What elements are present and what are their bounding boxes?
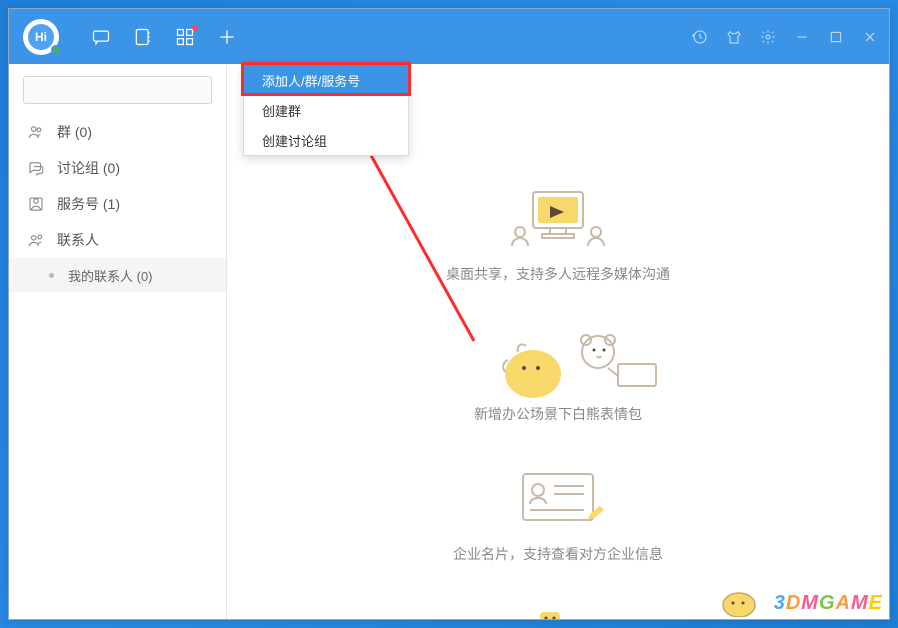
feature-illustration	[498, 604, 618, 619]
nav-list: 群 (0) 讨论组 (0) 服务号 (1) 联系人	[9, 114, 226, 258]
settings-icon[interactable]	[759, 28, 777, 46]
nav-contacts[interactable]: 联系人	[9, 222, 226, 258]
contacts-icon[interactable]	[133, 27, 153, 47]
contacts-nav-icon	[27, 231, 45, 249]
dd-create-group[interactable]: 创建群	[244, 95, 408, 125]
search-container	[9, 64, 226, 114]
dd-label: 添加人/群/服务号	[262, 71, 360, 90]
skin-icon[interactable]	[725, 28, 743, 46]
minimize-icon[interactable]	[793, 28, 811, 46]
nav-discussion[interactable]: 讨论组 (0)	[9, 150, 226, 186]
maximize-icon[interactable]	[827, 28, 845, 46]
nav-label: 联系人	[57, 230, 99, 250]
chat-icon[interactable]	[91, 27, 111, 47]
discussion-icon	[27, 159, 45, 177]
nav-service[interactable]: 服务号 (1)	[9, 186, 226, 222]
nav-label: 群 (0)	[57, 122, 92, 142]
group-icon	[27, 123, 45, 141]
feature-list: 桌面共享，支持多人远程多媒体沟通 新增办公场景下白熊表情包 企业名片，支持查看对…	[227, 184, 889, 619]
feature-illustration	[498, 464, 618, 534]
feature-bean-sticker: 黄豆表情部分优化调整	[488, 604, 628, 619]
plus-dropdown: 添加人/群/服务号 创建群 创建讨论组	[243, 64, 409, 156]
dd-add-contact[interactable]: 添加人/群/服务号	[244, 65, 408, 95]
titlebar: Hi	[9, 9, 889, 64]
dd-label: 创建讨论组	[262, 131, 327, 150]
toolbar-icons	[91, 27, 237, 47]
feature-illustration	[498, 184, 618, 254]
feature-screen-share: 桌面共享，支持多人远程多媒体沟通	[446, 184, 670, 284]
dd-label: 创建群	[262, 101, 301, 120]
feature-bear-sticker: 新增办公场景下白熊表情包	[474, 324, 642, 424]
service-icon	[27, 195, 45, 213]
plus-icon[interactable]	[217, 27, 237, 47]
contacts-sublist: 我的联系人 (0)	[9, 258, 226, 292]
watermark: 3DMGAME	[774, 592, 883, 615]
close-icon[interactable]	[861, 28, 879, 46]
app-window: Hi	[8, 8, 890, 620]
feature-text: 企业名片，支持查看对方企业信息	[453, 544, 663, 564]
corner-mascot	[719, 587, 759, 617]
sidebar: 群 (0) 讨论组 (0) 服务号 (1) 联系人 我的联系	[9, 64, 227, 619]
window-controls	[691, 9, 879, 64]
dd-create-discussion[interactable]: 创建讨论组	[244, 125, 408, 155]
sub-my-contacts[interactable]: 我的联系人 (0)	[9, 258, 226, 292]
history-icon[interactable]	[691, 28, 709, 46]
nav-label: 讨论组 (0)	[57, 158, 120, 178]
nav-groups[interactable]: 群 (0)	[9, 114, 226, 150]
app-logo[interactable]: Hi	[23, 19, 59, 55]
feature-text: 桌面共享，支持多人远程多媒体沟通	[446, 264, 670, 284]
bullet-icon	[49, 273, 54, 278]
sub-label: 我的联系人 (0)	[68, 266, 153, 285]
notification-dot	[192, 25, 198, 31]
body: 群 (0) 讨论组 (0) 服务号 (1) 联系人 我的联系	[9, 64, 889, 619]
apps-icon[interactable]	[175, 27, 195, 47]
feature-illustration	[498, 324, 618, 394]
feature-business-card: 企业名片，支持查看对方企业信息	[453, 464, 663, 564]
logo-text: Hi	[28, 24, 54, 50]
status-dot-online	[51, 45, 61, 55]
feature-text: 新增办公场景下白熊表情包	[474, 404, 642, 424]
nav-label: 服务号 (1)	[57, 194, 120, 214]
search-input[interactable]	[23, 76, 212, 104]
